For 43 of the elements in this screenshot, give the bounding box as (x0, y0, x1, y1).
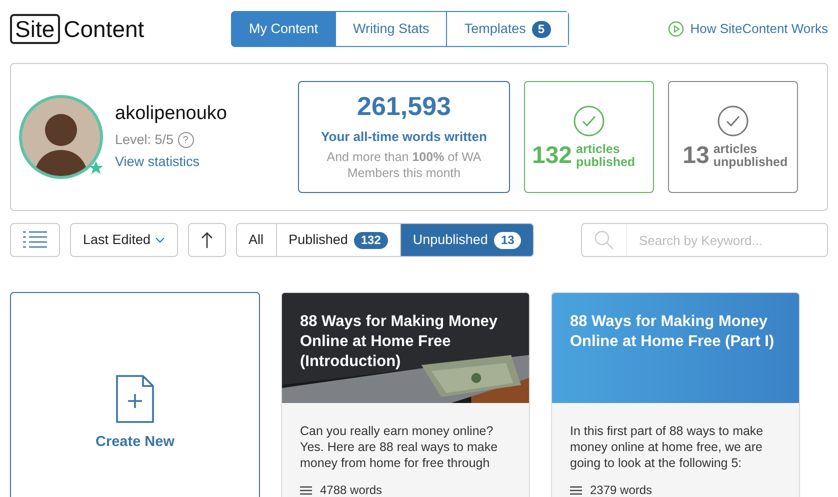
nav-tab[interactable]: My Content (232, 12, 336, 46)
how-it-works-link[interactable]: How SiteContent Works (668, 19, 828, 39)
username: akolipenouko (115, 102, 228, 126)
words-note: And more than 100% of WA Members this month (326, 150, 482, 182)
level-text: Level: 5/5 (115, 131, 174, 150)
stat-count: 132 (532, 144, 572, 168)
article-card[interactable]: 88 Ways for Making Money Online at Home Free (Introduction) Can you really earn money online? Yes. Here are 88 real ways to make money from home for free through 4788 words (281, 292, 530, 497)
create-new-card[interactable]: Create New (10, 292, 260, 497)
star-icon (88, 160, 104, 176)
chevron-down-icon (154, 237, 165, 243)
sort-dropdown[interactable]: Last Edited (70, 223, 178, 257)
stat-count: 13 (682, 144, 710, 168)
list-icon (23, 231, 47, 249)
word-count: 4788 words (320, 484, 382, 496)
play-icon (668, 21, 684, 37)
arrow-up-icon (200, 232, 213, 248)
check-circle-icon (717, 105, 749, 137)
article-card[interactable]: 88 Ways for Making Money Online at Home Free (Part I) In this first part of 88 ways to make money online at home free, we are going to look at the following 5: 2379 words (551, 292, 800, 497)
count-badge: 5 (532, 20, 551, 38)
stat-label: articles published (576, 143, 636, 169)
search-field[interactable]: Search by Keyword... (581, 223, 828, 257)
lines-icon (570, 486, 582, 494)
new-document-icon (116, 375, 154, 424)
article-title: 88 Ways for Making Money Online at Home Free (Part I) (570, 312, 776, 352)
word-count: 2379 words (590, 484, 652, 496)
article-excerpt: In this first part of 88 ways to make money online at home free, we are going to look at the following 5: (569, 423, 764, 471)
sort-direction-button[interactable] (188, 223, 226, 257)
article-excerpt: Can you really earn money online? Yes. Here are 88 real ways to make money from home for free through (299, 423, 499, 471)
logo-boxed-text: Site (10, 14, 60, 44)
lines-icon (300, 486, 312, 494)
count-badge: 132 (354, 232, 388, 248)
list-view-button[interactable] (10, 223, 60, 257)
check-circle-icon (573, 105, 605, 137)
count-badge: 13 (494, 232, 522, 248)
words-count: 261,593 (357, 92, 451, 119)
words-label: Your all-time words written (321, 128, 487, 146)
article-title: 88 Ways for Making Money Online at Home Free (Introduction) (300, 312, 499, 372)
filter-tab[interactable]: Unpublished 13 (400, 224, 534, 256)
search-icon (594, 230, 614, 250)
view-statistics-link[interactable]: View statistics (115, 154, 200, 170)
nav-tab[interactable]: Templates 5 (446, 12, 568, 46)
logo-text: Content (64, 14, 144, 44)
help-icon[interactable]: ? (178, 132, 194, 148)
